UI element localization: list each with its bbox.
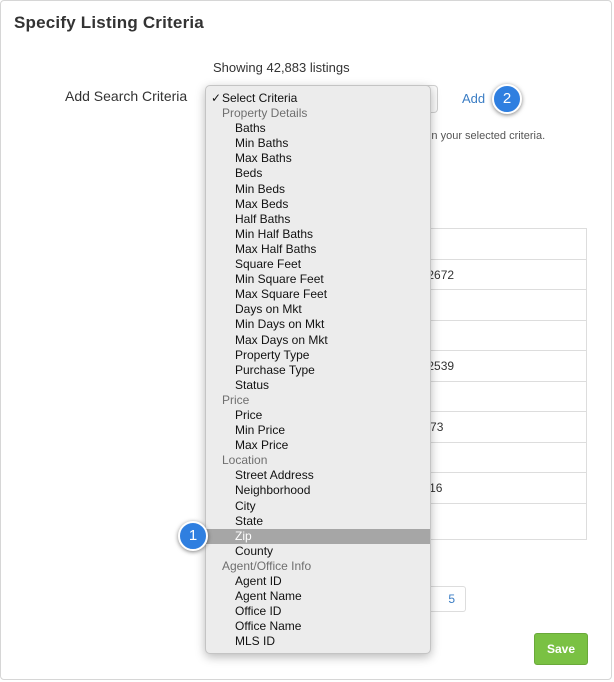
save-button[interactable]: Save <box>534 633 588 665</box>
option-label: Half Baths <box>235 211 291 226</box>
option-label: Property Type <box>235 347 310 362</box>
option-label: Neighborhood <box>235 483 311 498</box>
add-link[interactable]: Add <box>462 91 485 106</box>
add-search-criteria-label: Add Search Criteria <box>65 88 188 104</box>
option-label: Office ID <box>235 604 282 619</box>
option-label: Min Beds <box>235 181 286 196</box>
option-label: Max Half Baths <box>235 241 317 256</box>
listing-count: Showing 42,883 listings <box>213 60 350 75</box>
page-5-link[interactable]: 5 <box>448 592 455 606</box>
callout-1: 1 <box>178 521 208 551</box>
dropdown-option-min-square-feet[interactable]: Min Square Feet <box>206 272 430 287</box>
dropdown-option-agent-id[interactable]: Agent ID <box>206 574 430 589</box>
dropdown-option-select-criteria[interactable]: ✓Select Criteria <box>206 91 430 106</box>
dropdown-option-max-square-feet[interactable]: Max Square Feet <box>206 287 430 302</box>
dropdown-option-half-baths[interactable]: Half Baths <box>206 212 430 227</box>
option-label: Office Name <box>235 619 302 634</box>
dropdown-option-min-half-baths[interactable]: Min Half Baths <box>206 227 430 242</box>
dropdown-option-price[interactable]: Price <box>206 408 430 423</box>
option-label: Square Feet <box>235 257 302 272</box>
criteria-dropdown-menu: ✓Select Criteria Property Details Baths Min… <box>205 85 431 654</box>
option-label: City <box>235 498 256 513</box>
option-label: Days on Mkt <box>235 302 302 317</box>
option-label: Min Baths <box>235 136 289 151</box>
dropdown-option-agent-name[interactable]: Agent Name <box>206 589 430 604</box>
dropdown-option-square-feet[interactable]: Square Feet <box>206 257 430 272</box>
dropdown-option-max-beds[interactable]: Max Beds <box>206 197 430 212</box>
dropdown-option-status[interactable]: Status <box>206 378 430 393</box>
dropdown-option-max-baths[interactable]: Max Baths <box>206 151 430 166</box>
dropdown-option-purchase-type[interactable]: Purchase Type <box>206 363 430 378</box>
option-label: Max Price <box>235 438 289 453</box>
dropdown-option-street-address[interactable]: Street Address <box>206 468 430 483</box>
option-label: Min Days on Mkt <box>235 317 325 332</box>
option-label: Status <box>235 377 270 392</box>
option-label: Agent/Office Info <box>222 558 312 573</box>
option-label: State <box>235 513 264 528</box>
option-label: Price <box>235 407 263 422</box>
option-label: Select Criteria <box>222 91 298 105</box>
option-label: Beds <box>235 166 263 181</box>
option-label: Max Days on Mkt <box>235 332 328 347</box>
option-label: Max Beds <box>235 196 289 211</box>
dropdown-option-city[interactable]: City <box>206 499 430 514</box>
option-label: Property Details <box>222 106 308 121</box>
option-label: Price <box>222 392 250 407</box>
option-label: Min Square Feet <box>235 272 324 287</box>
option-group-location: Location <box>206 453 430 468</box>
option-label: Street Address <box>235 468 314 483</box>
option-label: Max Square Feet <box>235 287 328 302</box>
pagination: 5 <box>430 586 466 612</box>
option-label: Min Half Baths <box>235 226 314 241</box>
dropdown-option-office-name[interactable]: Office Name <box>206 619 430 634</box>
dropdown-option-baths[interactable]: Baths <box>206 121 430 136</box>
dropdown-option-min-baths[interactable]: Min Baths <box>206 136 430 151</box>
dropdown-option-neighborhood[interactable]: Neighborhood <box>206 483 430 498</box>
option-label: Zip <box>235 528 252 543</box>
option-label: MLS ID <box>235 634 276 649</box>
dropdown-option-office-id[interactable]: Office ID <box>206 604 430 619</box>
page-title: Specify Listing Criteria <box>14 13 204 32</box>
dropdown-option-min-price[interactable]: Min Price <box>206 423 430 438</box>
option-label: Baths <box>235 121 266 136</box>
option-label: County <box>235 543 274 558</box>
option-label: Purchase Type <box>235 362 315 377</box>
option-group-property-details: Property Details <box>206 106 430 121</box>
option-label: Location <box>222 453 268 468</box>
option-label: Min Price <box>235 423 286 438</box>
dropdown-option-max-days-on-mkt[interactable]: Max Days on Mkt <box>206 333 430 348</box>
dropdown-option-min-days-on-mkt[interactable]: Min Days on Mkt <box>206 317 430 332</box>
dropdown-option-max-price[interactable]: Max Price <box>206 438 430 453</box>
option-group-agent-office-info: Agent/Office Info <box>206 559 430 574</box>
checkmark-icon: ✓ <box>211 91 222 105</box>
dropdown-option-county[interactable]: County <box>206 544 430 559</box>
dropdown-option-zip[interactable]: Zip <box>206 528 430 544</box>
dropdown-option-days-on-mkt[interactable]: Days on Mkt <box>206 302 430 317</box>
option-label: Max Baths <box>235 151 292 166</box>
dropdown-option-mls-id[interactable]: MLS ID <box>206 634 430 649</box>
dropdown-option-min-beds[interactable]: Min Beds <box>206 182 430 197</box>
dropdown-option-beds[interactable]: Beds <box>206 166 430 181</box>
option-label: Agent ID <box>235 574 282 588</box>
option-group-price: Price <box>206 393 430 408</box>
callout-2: 2 <box>492 84 522 114</box>
dropdown-option-state[interactable]: State <box>206 514 430 529</box>
dropdown-option-property-type[interactable]: Property Type <box>206 348 430 363</box>
option-label: Agent Name <box>235 589 302 604</box>
dropdown-option-max-half-baths[interactable]: Max Half Baths <box>206 242 430 257</box>
